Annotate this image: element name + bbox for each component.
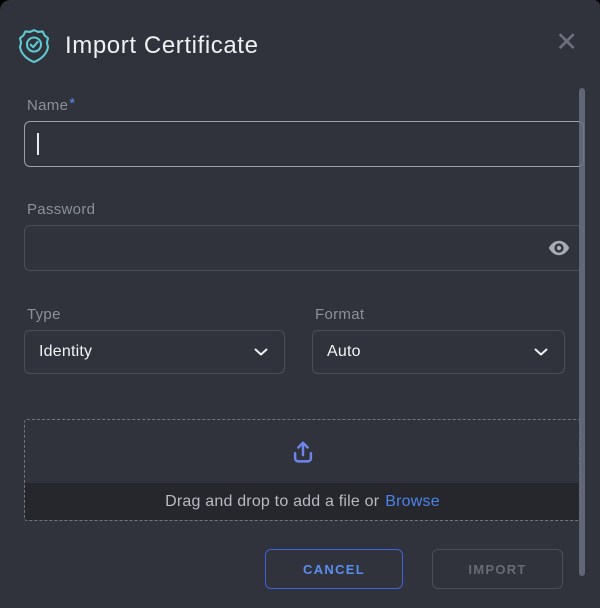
dialog-header: Import Certificate ✕: [0, 0, 600, 64]
format-label: Format: [315, 306, 565, 323]
chevron-down-icon: [254, 348, 268, 356]
format-selected-value: Auto: [327, 343, 361, 361]
type-selected-value: Identity: [39, 343, 92, 361]
required-asterisk: *: [69, 95, 75, 112]
name-label: Name*: [27, 95, 584, 114]
dropzone-prompt: Drag and drop to add a file or: [165, 493, 379, 511]
dialog-body: Name* Password: [0, 95, 600, 589]
dialog-title: Import Certificate: [65, 32, 555, 60]
dialog-footer: CANCEL IMPORT: [24, 549, 584, 589]
type-label: Type: [27, 306, 285, 323]
name-field-group: Name*: [24, 95, 584, 167]
format-select[interactable]: Auto: [312, 330, 565, 374]
eye-icon: [548, 240, 570, 256]
text-caret: [37, 133, 39, 155]
dropzone-text-strip: Drag and drop to add a file or Browse: [25, 483, 580, 520]
password-label: Password: [27, 201, 584, 218]
password-field-group: Password: [24, 201, 584, 271]
browse-link[interactable]: Browse: [385, 493, 440, 511]
file-dropzone[interactable]: Drag and drop to add a file or Browse: [24, 419, 581, 521]
import-button[interactable]: IMPORT: [432, 549, 563, 589]
close-icon[interactable]: ✕: [555, 29, 578, 56]
show-password-button[interactable]: [546, 238, 572, 258]
password-input[interactable]: [24, 225, 584, 271]
cancel-button[interactable]: CANCEL: [265, 549, 403, 589]
type-field-group: Type Identity: [24, 306, 285, 374]
upload-icon: [287, 435, 319, 469]
type-select[interactable]: Identity: [24, 330, 285, 374]
shield-check-icon: [18, 28, 50, 64]
name-input[interactable]: [24, 121, 584, 167]
format-field-group: Format Auto: [312, 306, 565, 374]
dropzone-icon-area: [25, 420, 580, 483]
name-label-text: Name: [27, 97, 68, 114]
vertical-scrollbar[interactable]: [579, 88, 585, 576]
chevron-down-icon: [534, 348, 548, 356]
type-format-row: Type Identity Format Auto: [24, 306, 584, 374]
import-certificate-dialog: Import Certificate ✕ Name* Password: [0, 0, 600, 608]
